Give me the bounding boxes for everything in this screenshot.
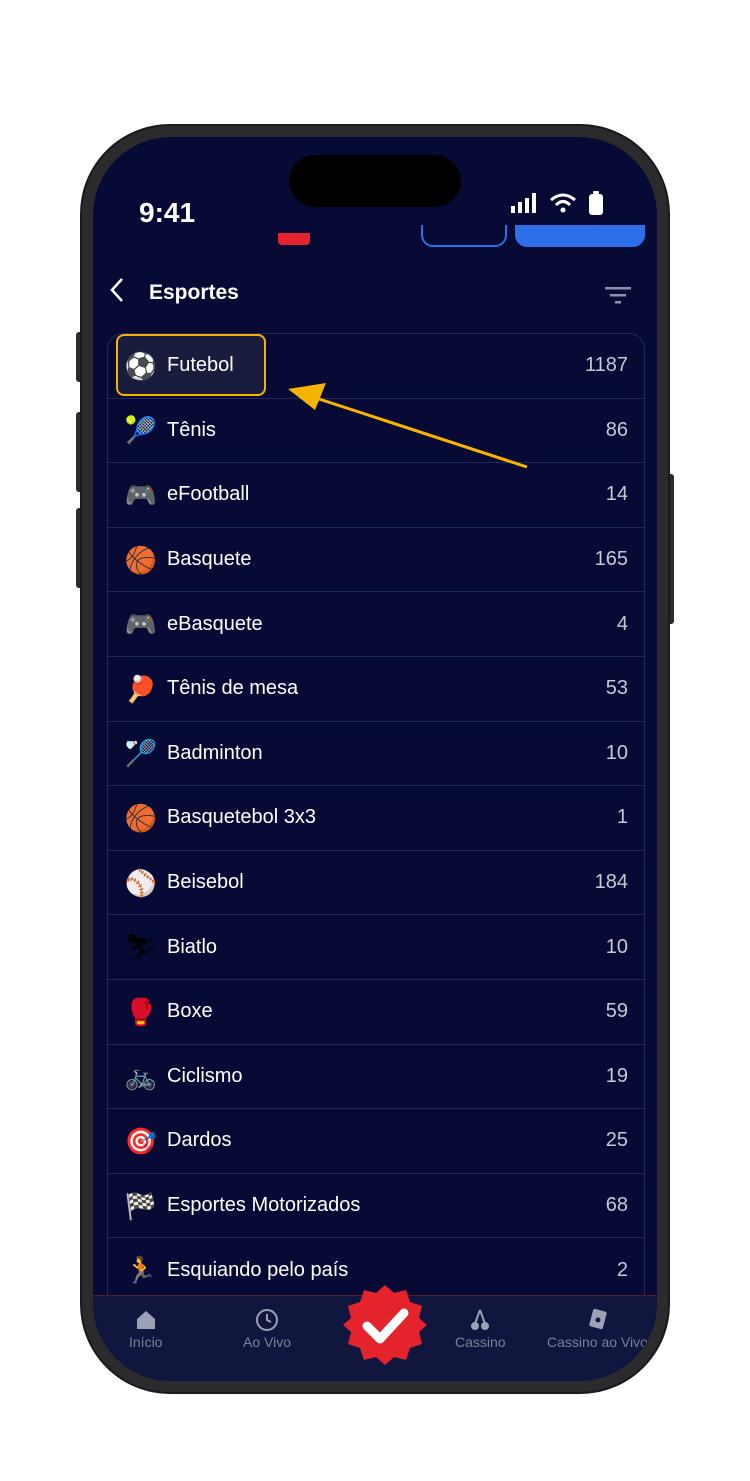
dynamic-island [289, 155, 461, 207]
sport-icon: 🏀 [124, 544, 158, 575]
sport-row[interactable]: 🎮 eFootball 14 [108, 463, 644, 528]
nav-casino-label: Cassino [455, 1334, 506, 1350]
sport-row[interactable]: 🏓 Tênis de mesa 53 [108, 657, 644, 722]
sport-icon: 🎮 [124, 479, 158, 510]
sport-row[interactable]: 🏀 Basquete 165 [108, 528, 644, 593]
sport-icon: ⚽ [124, 350, 158, 381]
header-button-filled [515, 225, 645, 247]
header-button-outline [421, 225, 507, 247]
wifi-icon [550, 193, 576, 213]
nav-live[interactable]: Ao Vivo [243, 1306, 291, 1350]
sport-name: Badminton [167, 741, 263, 764]
sport-row[interactable]: 🏁 Esportes Motorizados 68 [108, 1174, 644, 1239]
sport-name: Tênis de mesa [167, 677, 299, 700]
sport-icon: 🏁 [124, 1190, 158, 1221]
clock-icon [256, 1309, 278, 1331]
cards-icon [589, 1308, 608, 1330]
sport-count: 59 [605, 1000, 628, 1023]
nav-live-label: Ao Vivo [243, 1334, 291, 1350]
app-screen: 9:41 Esportes ⚽ Futebol 1187 🎾 Tênis 86 🎮 eFoot… [93, 137, 657, 1381]
sport-name: Boxe [167, 1000, 213, 1023]
sport-count: 4 [616, 612, 628, 635]
page-title: Esportes [149, 281, 239, 304]
sport-row[interactable]: ⚽ Futebol 1187 [108, 334, 644, 399]
home-icon [136, 1311, 155, 1329]
sport-icon: 🏓 [124, 673, 158, 704]
nav-live-casino-label: Cassino ao Vivo [547, 1334, 648, 1350]
sport-name: Futebol [167, 354, 234, 377]
sport-row[interactable]: 🎯 Dardos 25 [108, 1109, 644, 1174]
sport-count: 68 [605, 1194, 628, 1217]
nav-home-label: Início [129, 1334, 163, 1350]
nav-home[interactable]: Início [129, 1306, 162, 1350]
sport-name: Dardos [167, 1129, 232, 1152]
page-header: Esportes [93, 267, 657, 323]
sport-row[interactable]: ⚾ Beisebol 184 [108, 851, 644, 916]
sport-count: 2 [616, 1258, 628, 1281]
sport-name: Basquetebol 3x3 [167, 806, 317, 829]
sport-count: 10 [605, 741, 628, 764]
sport-count: 25 [605, 1129, 628, 1152]
sport-icon: ⚾ [124, 867, 158, 898]
sport-icon: 🎯 [124, 1125, 158, 1156]
sport-icon: 🚲 [124, 1061, 158, 1092]
sport-name: eFootball [167, 483, 250, 506]
sport-name: Ciclismo [167, 1064, 243, 1087]
sport-icon: ⛷ [124, 932, 158, 963]
sport-row[interactable]: 🏸 Badminton 10 [108, 722, 644, 787]
sport-count: 86 [605, 418, 628, 441]
nav-live-casino[interactable]: Cassino ao Vivo [547, 1306, 648, 1350]
sport-name: Esportes Motorizados [167, 1194, 361, 1217]
sport-icon: 🏀 [124, 802, 158, 833]
sport-name: Basquete [167, 548, 252, 571]
sport-name: Tênis [167, 418, 216, 441]
sport-row[interactable]: 🥊 Boxe 59 [108, 980, 644, 1045]
sport-icon: 🏃 [124, 1255, 158, 1286]
filter-icon[interactable] [605, 285, 631, 310]
sport-row[interactable]: ⛷ Biatlo 10 [108, 915, 644, 980]
sport-name: Beisebol [167, 871, 244, 894]
sport-icon: 🏸 [124, 738, 158, 769]
sport-row[interactable]: 🎮 eBasquete 4 [108, 592, 644, 657]
sport-count: 165 [594, 548, 628, 571]
sport-icon: 🥊 [124, 996, 158, 1027]
phone-frame: 9:41 Esportes ⚽ Futebol 1187 🎾 Tênis 86 🎮 eFoot… [82, 126, 668, 1392]
sport-count: 1 [616, 806, 628, 829]
status-time: 9:41 [139, 197, 196, 228]
sport-name: Biatlo [167, 935, 218, 958]
sport-row[interactable]: 🏀 Basquetebol 3x3 1 [108, 786, 644, 851]
sport-name: eBasquete [167, 612, 263, 635]
signal-icon [511, 193, 536, 213]
header-badge [278, 233, 310, 245]
sport-icon: 🎮 [124, 609, 158, 640]
sport-name: Esquiando pelo país [167, 1258, 349, 1281]
sports-list: ⚽ Futebol 1187 🎾 Tênis 86 🎮 eFootball 14 🏀 Basquet… [107, 333, 645, 1355]
status-icons [511, 191, 603, 215]
sport-count: 14 [605, 483, 628, 506]
sport-count: 1187 [584, 354, 628, 377]
sport-count: 19 [605, 1064, 628, 1087]
verified-badge-icon[interactable] [343, 1283, 427, 1367]
cherries-icon [471, 1309, 490, 1330]
sport-count: 10 [605, 935, 628, 958]
sport-icon: 🎾 [124, 415, 158, 446]
sport-count: 184 [594, 871, 628, 894]
battery-icon [589, 191, 603, 215]
chevron-left-icon[interactable] [109, 277, 125, 310]
nav-casino[interactable]: Cassino [455, 1306, 506, 1350]
sport-count: 53 [605, 677, 628, 700]
sport-row[interactable]: 🎾 Tênis 86 [108, 399, 644, 464]
sport-row[interactable]: 🚲 Ciclismo 19 [108, 1045, 644, 1110]
